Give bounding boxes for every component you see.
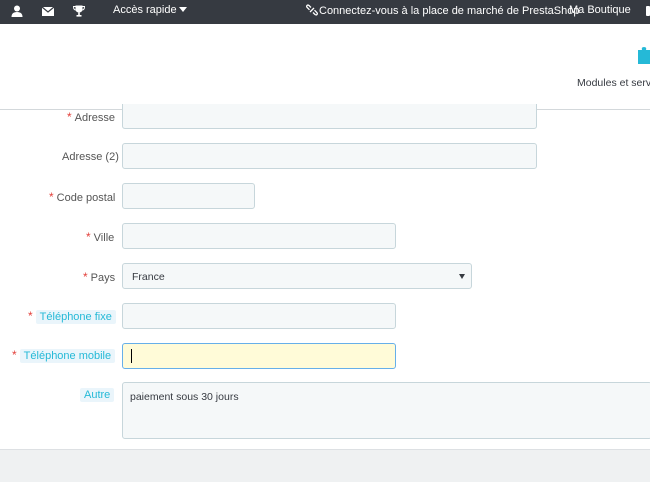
other-textarea-value: paiement sous 30 jours [130,391,239,403]
other-label: Autre [80,388,115,402]
postcode-label: * Code postal [49,190,115,204]
mobile-input[interactable] [122,343,396,369]
mobile-label-hint[interactable]: Téléphone mobile [19,349,116,363]
required-mark: * [28,309,33,323]
address-label: * Adresse [67,110,115,124]
mobile-label: * Téléphone mobile [12,348,116,363]
city-label-text: Ville [93,232,115,244]
postcode-input[interactable] [122,183,255,209]
trophy-icon[interactable] [72,4,86,18]
required-mark: * [67,110,72,124]
shop-link[interactable]: Ma Boutique [569,4,631,16]
required-mark: * [12,348,17,362]
address2-label: Adresse (2) [62,151,119,163]
phone-input[interactable] [122,303,396,329]
other-label-hint[interactable]: Autre [80,388,115,402]
extra-menu-icon[interactable] [646,6,650,16]
select-arrow-icon [459,274,465,279]
envelope-icon[interactable] [41,4,55,18]
quick-access-menu[interactable]: Accès rapide [113,4,187,16]
country-label-text: Pays [90,272,116,284]
modules-services-link[interactable]: Modules et servic [577,77,650,89]
caret-down-icon [178,7,187,12]
address-input[interactable] [122,104,537,129]
top-navbar: Accès rapide Connectez-vous à la place d… [0,0,650,24]
phone-label-hint[interactable]: Téléphone fixe [35,310,116,324]
user-icon[interactable] [10,4,24,18]
link-icon [306,4,318,16]
address-label-text: Adresse [74,112,116,124]
required-mark: * [49,190,54,204]
other-textarea[interactable]: paiement sous 30 jours [122,382,650,439]
address2-input[interactable] [122,143,537,169]
puzzle-icon[interactable] [638,44,650,67]
country-select-value: France [132,271,165,283]
required-mark: * [86,230,91,244]
required-mark: * [83,270,88,284]
postcode-label-text: Code postal [56,192,116,204]
page-header [0,24,650,110]
quick-access-label: Accès rapide [113,4,177,16]
phone-label: * Téléphone fixe [28,309,116,324]
marketplace-link[interactable]: Connectez-vous à la place de marché de P… [306,4,580,17]
text-cursor [131,349,132,363]
country-select[interactable]: France [122,263,472,289]
marketplace-label: Connectez-vous à la place de marché de P… [319,5,580,17]
city-input[interactable] [122,223,396,249]
city-label: * Ville [86,230,114,244]
country-label: * Pays [83,270,115,284]
